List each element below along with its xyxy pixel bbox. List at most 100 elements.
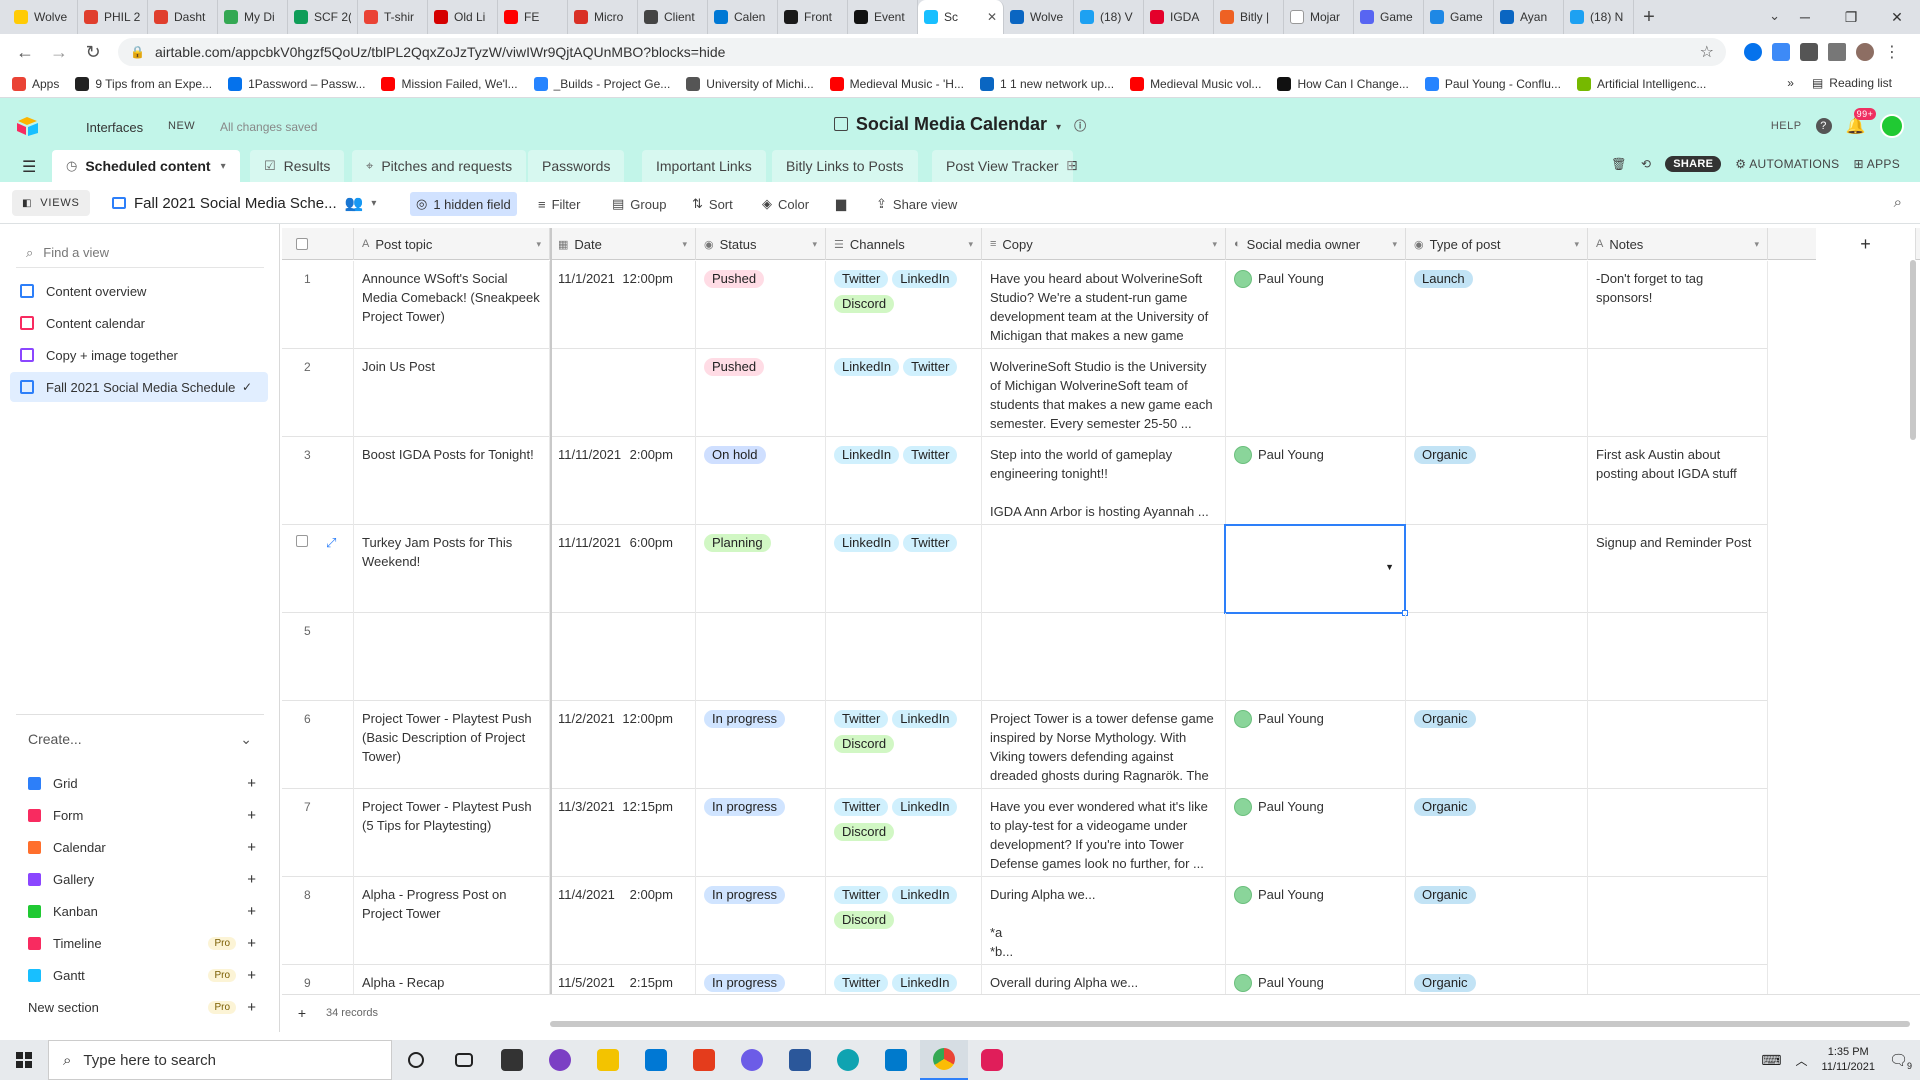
channels-cell[interactable]: TwitterLinkedIn Discord <box>826 261 982 349</box>
column-header[interactable]: ◉ Type of post ▾ <box>1406 228 1588 260</box>
apps-button[interactable]: ⊞ APPS <box>1853 157 1900 171</box>
channels-cell[interactable]: LinkedIn Twitter <box>826 525 982 613</box>
status-cell[interactable]: In progress <box>696 877 826 965</box>
type-of-post-cell[interactable]: Launch <box>1406 261 1588 349</box>
status-cell[interactable]: Planning <box>696 525 826 613</box>
browser-tab[interactable]: Calen <box>708 0 778 34</box>
date-cell[interactable]: 11/11/2021 2:00pm <box>550 437 696 525</box>
table-row[interactable]: 7 Project Tower - Playtest Push (5 Tips f… <box>282 789 1768 877</box>
table-tab[interactable]: Post View Tracker <box>932 150 1073 182</box>
word-icon[interactable] <box>776 1040 824 1080</box>
table-row[interactable]: 8 Alpha - Progress Post on Project Tower 1… <box>282 877 1768 965</box>
vscode-icon[interactable] <box>872 1040 920 1080</box>
row-checkbox[interactable] <box>296 535 308 547</box>
browser-tab[interactable]: Game <box>1424 0 1494 34</box>
post-topic-cell[interactable] <box>354 613 550 701</box>
view-item[interactable]: Fall 2021 Social Media Schedule ✓ <box>10 372 268 402</box>
add-icon[interactable]: + <box>247 999 256 1016</box>
bookmark-item[interactable]: Paul Young - Conflu... <box>1424 76 1561 91</box>
date-cell[interactable] <box>550 613 696 701</box>
browser-tab[interactable]: PHIL 2 <box>78 0 148 34</box>
create-view-item[interactable]: Form + <box>28 803 256 827</box>
back-arrow-icon[interactable]: ← <box>10 37 40 67</box>
type-of-post-cell[interactable]: Organic <box>1406 789 1588 877</box>
close-window-icon[interactable]: ✕ <box>1874 0 1920 34</box>
discord-icon[interactable] <box>728 1040 776 1080</box>
group-button[interactable]: ▤ Group <box>606 192 672 216</box>
post-topic-cell[interactable]: Turkey Jam Posts for This Weekend! <box>354 525 550 613</box>
keyboard-icon[interactable]: ⌨ <box>1761 1052 1781 1069</box>
address-bar[interactable]: 🔒 airtable.com/appcbkV0hgzf5QoUz/tblPL2Q… <box>118 38 1726 66</box>
browser-tab[interactable]: FE <box>498 0 568 34</box>
copy-cell[interactable]: Project Tower is a tower defense game in… <box>982 701 1226 789</box>
channels-cell[interactable]: LinkedIn Twitter <box>826 349 982 437</box>
cortana-icon[interactable] <box>392 1040 440 1080</box>
column-header[interactable]: ≡ Copy ▾ <box>982 228 1226 260</box>
column-header[interactable]: A Notes ▾ <box>1588 228 1768 260</box>
browser-tab[interactable]: Wolve <box>1004 0 1074 34</box>
owner-cell[interactable]: Paul Young <box>1226 877 1406 965</box>
mail-icon[interactable] <box>632 1040 680 1080</box>
sort-button[interactable]: ⇅ Sort <box>686 192 739 216</box>
column-header[interactable]: ◉ Status ▾ <box>696 228 826 260</box>
bookmark-item[interactable]: University of Michi... <box>686 76 814 91</box>
share-button[interactable]: SHARE <box>1665 156 1722 172</box>
puzzle-extensions-icon[interactable] <box>1800 43 1818 61</box>
add-icon[interactable]: + <box>247 903 256 920</box>
row-number-cell[interactable]: 5 <box>282 613 354 701</box>
bookmark-star-icon[interactable]: ☆ <box>1700 42 1714 62</box>
add-icon[interactable]: + <box>247 775 256 792</box>
create-view-header[interactable]: Create... ⌄ <box>16 714 264 748</box>
type-of-post-cell[interactable] <box>1406 349 1588 437</box>
add-icon[interactable]: + <box>247 967 256 984</box>
notes-cell[interactable] <box>1588 613 1768 701</box>
browser-tab[interactable]: IGDA <box>1144 0 1214 34</box>
status-cell[interactable]: Pushed <box>696 349 826 437</box>
date-cell[interactable]: 11/3/2021 12:15pm <box>550 789 696 877</box>
post-topic-cell[interactable]: Boost IGDA Posts for Tonight! <box>354 437 550 525</box>
column-header[interactable]: ◐ Social media owner ▾ <box>1226 228 1406 260</box>
taskbar-search[interactable]: ⌕ Type here to search <box>48 1040 392 1080</box>
type-of-post-cell[interactable]: Organic <box>1406 701 1588 789</box>
bookmark-item[interactable]: Mission Failed, We'l... <box>381 76 518 91</box>
base-title[interactable]: Social Media Calendar ▾ ⓘ <box>0 114 1920 135</box>
horizontal-scrollbar[interactable] <box>550 1021 1910 1027</box>
browser-menu-icon[interactable]: ⋮ <box>1884 42 1900 62</box>
reload-icon[interactable]: ↻ <box>78 37 108 67</box>
chevron-down-icon[interactable]: ▾ <box>1056 122 1061 133</box>
add-icon[interactable]: + <box>247 839 256 856</box>
type-of-post-cell[interactable]: Organic <box>1406 877 1588 965</box>
date-cell[interactable]: 11/2/2021 12:00pm <box>550 701 696 789</box>
table-row[interactable]: 6 Project Tower - Playtest Push (Basic De… <box>282 701 1768 789</box>
owner-cell[interactable]: Paul Young <box>1226 789 1406 877</box>
start-button[interactable] <box>0 1040 48 1080</box>
browser-tab[interactable]: Mojar <box>1284 0 1354 34</box>
chevron-down-icon[interactable]: ▾ <box>1212 239 1217 250</box>
chevron-down-icon[interactable]: ▾ <box>682 239 687 250</box>
bookmark-item[interactable]: 1Password – Passw... <box>228 76 365 91</box>
notes-cell[interactable] <box>1588 701 1768 789</box>
bookmark-item[interactable]: Medieval Music vol... <box>1130 76 1261 91</box>
view-item[interactable]: Copy + image together <box>10 340 268 370</box>
create-view-item[interactable]: Kanban + <box>28 899 256 923</box>
row-number-cell[interactable]: 3 <box>282 437 354 525</box>
date-cell[interactable]: 11/4/2021 2:00pm <box>550 877 696 965</box>
app-purple-icon[interactable] <box>536 1040 584 1080</box>
filter-button[interactable]: ≡ Filter <box>532 192 586 216</box>
copy-cell[interactable]: WolverineSoft Studio is the University o… <box>982 349 1226 437</box>
browser-tab[interactable]: Sc ✕ <box>918 0 1004 34</box>
owner-cell[interactable]: Paul Young <box>1226 701 1406 789</box>
select-all-checkbox[interactable] <box>296 238 308 250</box>
file-explorer-icon[interactable] <box>584 1040 632 1080</box>
new-tab-icon[interactable]: + <box>1634 6 1664 29</box>
browser-tab[interactable]: Ayan <box>1494 0 1564 34</box>
bookmark-item[interactable]: Apps <box>12 76 59 91</box>
notes-cell[interactable]: First ask Austin about posting about IGD… <box>1588 437 1768 525</box>
user-avatar[interactable] <box>1880 114 1904 138</box>
create-view-item[interactable]: Gallery + <box>28 867 256 891</box>
date-cell[interactable] <box>550 349 696 437</box>
add-record-icon[interactable]: + <box>292 1003 312 1023</box>
maximize-icon[interactable]: ❐ <box>1828 0 1874 34</box>
help-question-icon[interactable]: ? <box>1815 118 1832 134</box>
notes-cell[interactable]: -Don't forget to tag sponsors! <box>1588 261 1768 349</box>
